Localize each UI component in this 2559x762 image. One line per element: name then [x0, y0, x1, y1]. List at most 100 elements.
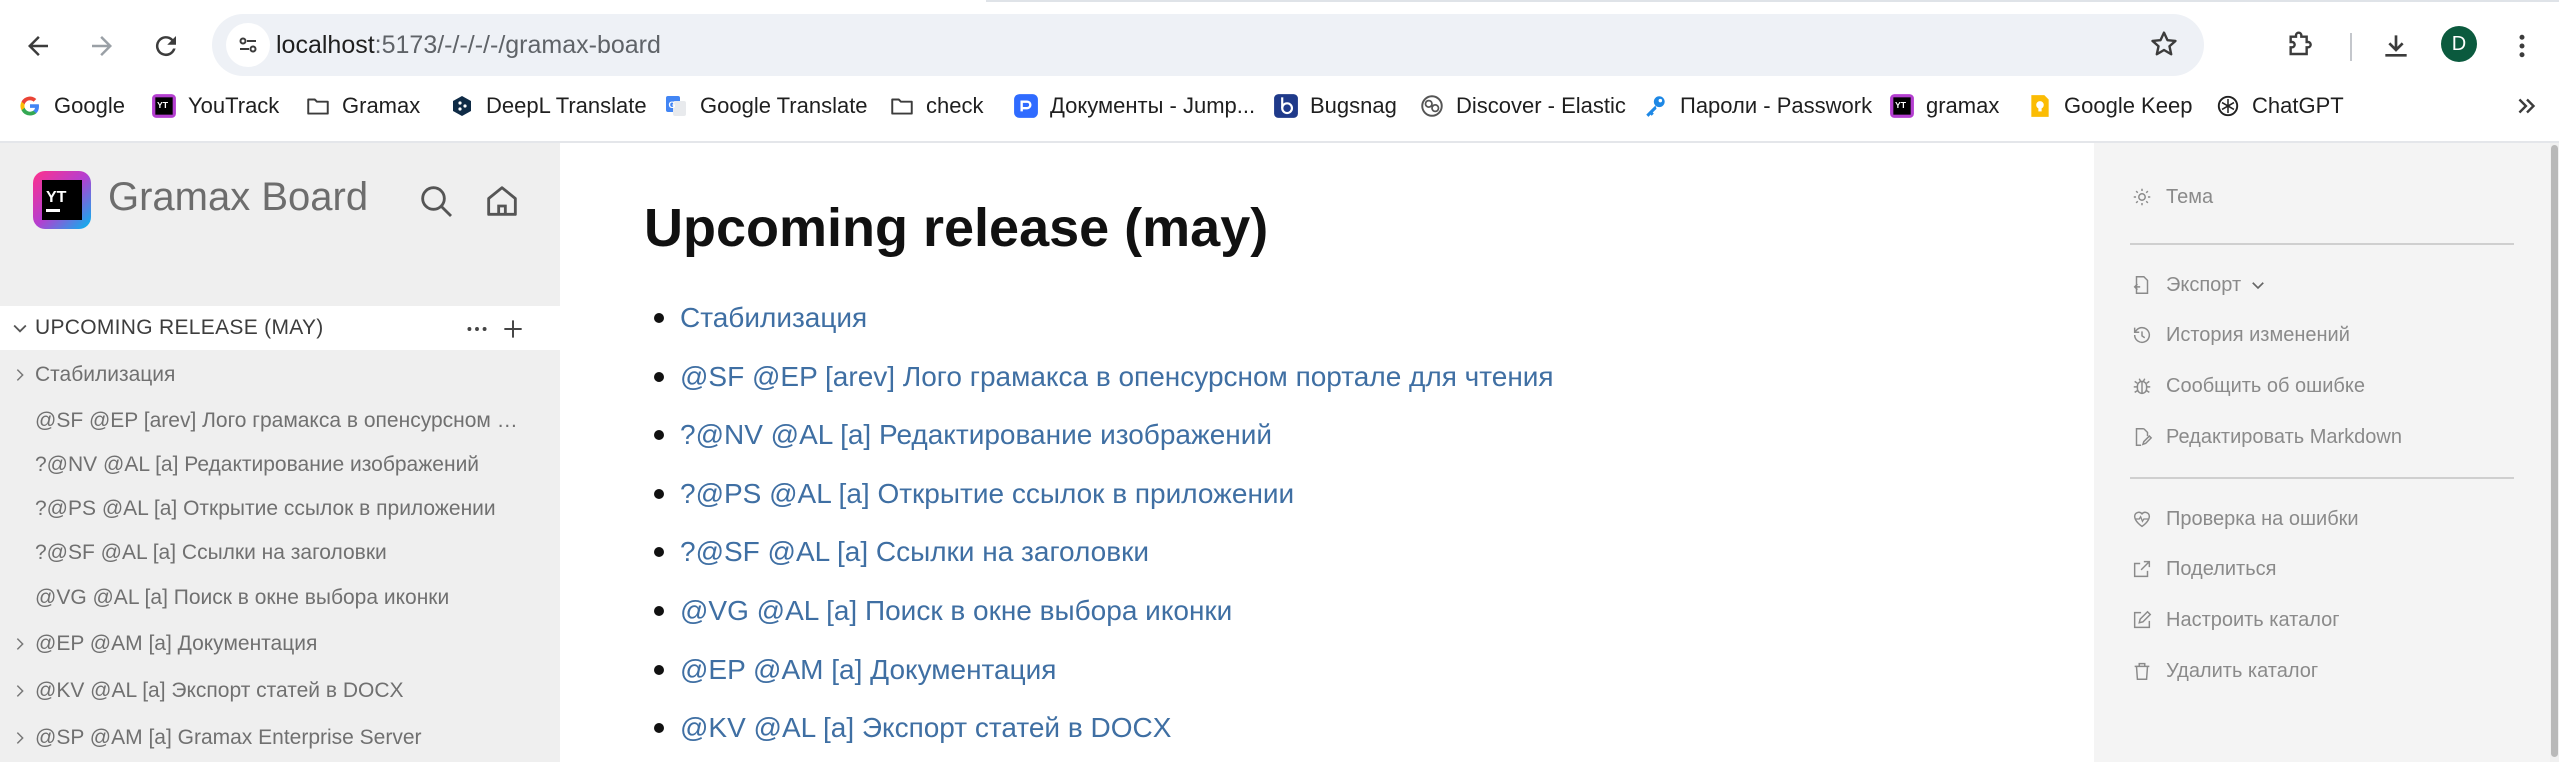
- site-info-button[interactable]: [226, 23, 270, 67]
- bookmark-label: Пароли - Passwork: [1680, 93, 1873, 118]
- scrollbar-thumb[interactable]: [2551, 145, 2558, 757]
- app-title[interactable]: Gramax Board: [108, 175, 368, 220]
- bookmark-label: YouTrack: [188, 93, 280, 118]
- sidebar-item[interactable]: ?@NV @AL [a] Редактирование изображений: [0, 445, 560, 485]
- bookmark-google-translate[interactable]: G Google Translate: [662, 90, 868, 122]
- catalog-section-header[interactable]: UPCOMING RELEASE (MAY): [0, 306, 560, 350]
- sidebar-item[interactable]: @KV @AL [a] Экспорт статей в DOCX: [0, 671, 560, 711]
- panel-divider: [2130, 243, 2514, 245]
- configure-catalog-button[interactable]: Настроить каталог: [2130, 604, 2340, 636]
- home-button[interactable]: [482, 181, 522, 221]
- profile-avatar[interactable]: D: [2441, 26, 2477, 62]
- bookmark-label: ChatGPT: [2252, 93, 2344, 118]
- article-link[interactable]: Стабилизация: [680, 302, 867, 334]
- article-link[interactable]: @VG @AL [a] Поиск в окне выбора иконки: [680, 595, 1232, 627]
- article-link[interactable]: ?@PS @AL [a] Открытие ссылок в приложени…: [680, 478, 1294, 510]
- page-scrollbar[interactable]: [2550, 143, 2559, 762]
- edit-markdown-label: Редактировать Markdown: [2166, 425, 2402, 448]
- sidebar-item-label: @SF @EP [arev] Лого грамакса в опенсурсн…: [35, 409, 520, 432]
- share-label: Поделиться: [2166, 557, 2277, 580]
- bullet: [654, 606, 664, 616]
- bugsnag-icon: [1272, 92, 1300, 120]
- bookmark-bugsnag[interactable]: Bugsnag: [1272, 90, 1397, 122]
- gramax-logo[interactable]: YT: [33, 171, 91, 229]
- edit-markdown-button[interactable]: Редактировать Markdown: [2130, 421, 2402, 453]
- forward-button[interactable]: [78, 22, 126, 70]
- delete-catalog-button[interactable]: Удалить каталог: [2130, 655, 2318, 687]
- bookmark-gramax-folder[interactable]: Gramax: [304, 90, 420, 122]
- bookmark-star-button[interactable]: [2148, 28, 2180, 65]
- search-button[interactable]: [416, 181, 456, 221]
- bookmark-label: Gramax: [342, 93, 421, 118]
- article-link[interactable]: @KV @AL [a] Экспорт статей в DOCX: [680, 712, 1171, 744]
- article-link[interactable]: ?@NV @AL [a] Редактирование изображений: [680, 419, 1272, 451]
- bookmark-google-keep[interactable]: Google Keep: [2026, 90, 2192, 122]
- url-host: localhost: [276, 31, 375, 59]
- sidebar-item[interactable]: ?@SF @AL [a] Ссылки на заголовки: [0, 533, 560, 573]
- bullet: [654, 723, 664, 733]
- bookmark-youtrack[interactable]: YT YouTrack: [150, 90, 279, 122]
- sidebar-item[interactable]: @EP @AM [a] Документация: [0, 624, 560, 664]
- svg-text:YT: YT: [1895, 100, 1907, 110]
- sidebar-item[interactable]: @VG @AL [a] Поиск в окне выбора иконки: [0, 578, 560, 618]
- chevron-right-icon: [16, 685, 24, 697]
- back-button[interactable]: [14, 22, 62, 70]
- bookmark-jump[interactable]: Документы - Jump...: [1012, 90, 1255, 122]
- download-icon: [2385, 35, 2407, 57]
- bookmark-label: Google Translate: [700, 93, 868, 118]
- url-text[interactable]: localhost:5173/-/-/-/-/gramax-board: [276, 31, 661, 59]
- reload-button[interactable]: [142, 22, 190, 70]
- more-options-icon[interactable]: [464, 316, 490, 342]
- article-link[interactable]: ?@SF @AL [a] Ссылки на заголовки: [680, 536, 1149, 568]
- heart-pulse-icon: [2130, 507, 2154, 531]
- delete-catalog-label: Удалить каталог: [2166, 659, 2319, 682]
- bookmarks-overflow-button[interactable]: [2511, 90, 2543, 122]
- report-bug-button[interactable]: Сообщить об ошибке: [2130, 370, 2365, 402]
- folder-icon: [304, 92, 332, 120]
- sidebar-item[interactable]: @SP @AM [a] Gramax Enterprise Server: [0, 718, 560, 758]
- bookmark-check-folder[interactable]: check: [888, 90, 983, 122]
- article-link[interactable]: @EP @AM [a] Документация: [680, 654, 1056, 686]
- bookmark-elastic[interactable]: Discover - Elastic: [1418, 90, 1626, 122]
- browser-menu-button[interactable]: [2500, 24, 2544, 68]
- bullet: [654, 665, 664, 675]
- bookmark-passwork[interactable]: Пароли - Passwork: [1642, 90, 1872, 122]
- history-button[interactable]: История изменений: [2130, 319, 2350, 351]
- article-actions-panel: Тема Экспорт История изменений Сообщить …: [2094, 143, 2550, 762]
- file-edit-icon: [2130, 425, 2154, 449]
- check-errors-label: Проверка на ошибки: [2166, 507, 2359, 530]
- article-link[interactable]: @SF @EP [arev] Лого грамакса в опенсурсн…: [680, 361, 1554, 393]
- kebab-menu-icon: [2519, 34, 2525, 58]
- bookmark-label: DeepL Translate: [486, 93, 647, 118]
- article-content: Upcoming release (may) Стабилизация @SF …: [560, 143, 2094, 762]
- search-icon: [421, 186, 453, 218]
- share-button[interactable]: Поделиться: [2130, 553, 2276, 585]
- trash-icon: [2130, 659, 2154, 683]
- check-errors-button[interactable]: Проверка на ошибки: [2130, 503, 2359, 535]
- downloads-button[interactable]: [2374, 24, 2418, 68]
- deepl-icon: [448, 92, 476, 120]
- left-sidebar: YT Gramax Board UPCOMING RELEASE (MAY) С…: [0, 143, 560, 762]
- sidebar-item[interactable]: Стабилизация: [0, 355, 560, 395]
- extensions-button[interactable]: [2278, 24, 2322, 68]
- report-bug-label: Сообщить об ошибке: [2166, 374, 2365, 397]
- sidebar-item-label: ?@SF @AL [a] Ссылки на заголовки: [35, 541, 387, 564]
- bookmark-google[interactable]: Google: [16, 90, 125, 122]
- double-chevron-right-icon: [2518, 98, 2536, 114]
- chevron-down-icon: [13, 324, 27, 333]
- svg-text:G: G: [669, 100, 676, 110]
- bookmark-gramax[interactable]: YT gramax: [1888, 90, 1999, 122]
- sidebar-item[interactable]: @SF @EP [arev] Лого грамакса в опенсурсн…: [0, 401, 560, 441]
- bookmark-deepl[interactable]: DeepL Translate: [448, 90, 647, 122]
- chevron-right-icon: [16, 369, 24, 381]
- add-icon[interactable]: [500, 316, 526, 342]
- section-title: UPCOMING RELEASE (MAY): [35, 316, 324, 339]
- bookmark-chatgpt[interactable]: ChatGPT: [2214, 90, 2344, 122]
- bookmark-label: check: [926, 93, 984, 118]
- bookmark-label: gramax: [1926, 93, 2000, 118]
- sidebar-item[interactable]: ?@PS @AL [a] Открытие ссылок в приложени…: [0, 489, 560, 529]
- address-bar[interactable]: localhost:5173/-/-/-/-/gramax-board: [212, 14, 2204, 76]
- export-dropdown[interactable]: Экспорт: [2130, 269, 2267, 301]
- theme-toggle[interactable]: Тема: [2130, 181, 2213, 213]
- reload-icon: [155, 36, 176, 57]
